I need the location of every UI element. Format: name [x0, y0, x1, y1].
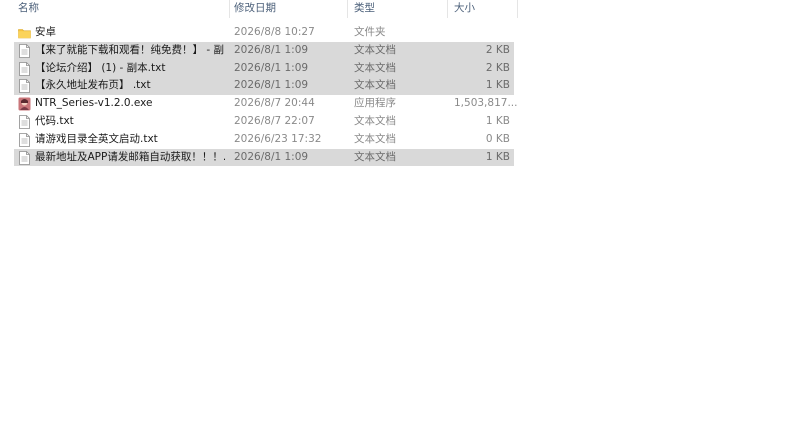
file-list: 安卓 2026/8/8 10:27 文件夹【来了就能下载和观看！纯免费！】 - 副.…: [14, 24, 518, 167]
text-file-icon: [18, 43, 31, 58]
text-file-icon: [18, 61, 31, 76]
file-size: 2 KB: [485, 43, 510, 56]
file-size: 1 KB: [485, 114, 510, 127]
file-size: 0 KB: [485, 132, 510, 145]
text-file-icon: [18, 150, 31, 165]
column-header-name[interactable]: 名称: [14, 0, 230, 18]
file-modified-date: 2026/8/8 10:27: [234, 26, 315, 38]
file-size: 1 KB: [485, 150, 510, 163]
column-header-type[interactable]: 类型: [350, 0, 448, 18]
file-type: 文本文档: [354, 150, 396, 163]
file-name: 代码.txt: [35, 114, 74, 127]
file-name: 【来了就能下载和观看！纯免费！】 - 副...: [35, 43, 225, 56]
text-file-icon: [18, 79, 31, 94]
column-header: 名称 修改日期 类型 大小: [0, 0, 518, 20]
file-row[interactable]: 请游戏目录全英文启动.txt 2026/6/23 17:32 文本文档 0 KB: [14, 131, 514, 149]
file-modified-date: 2026/8/7 20:44: [234, 97, 315, 110]
column-header-size[interactable]: 大小: [450, 0, 518, 18]
folder-icon: [18, 26, 31, 40]
column-header-date[interactable]: 修改日期: [230, 0, 348, 18]
file-row[interactable]: 代码.txt 2026/8/7 22:07 文本文档 1 KB: [14, 113, 514, 131]
file-name: 请游戏目录全英文启动.txt: [35, 132, 158, 145]
file-modified-date: 2026/8/1 1:09: [234, 79, 309, 92]
file-name: 最新地址及APP请发邮箱自动获取！！！...: [35, 150, 225, 163]
file-type: 文本文档: [354, 114, 396, 127]
file-row[interactable]: 【来了就能下载和观看！纯免费！】 - 副... 2026/8/1 1:09 文本文档…: [14, 41, 514, 60]
file-name: 【论坛介绍】 (1) - 副本.txt: [35, 61, 166, 74]
file-row[interactable]: 安卓 2026/8/8 10:27 文件夹: [14, 24, 514, 42]
file-row[interactable]: 最新地址及APP请发邮箱自动获取！！！... 2026/8/1 1:09 文本文档 1…: [14, 148, 514, 167]
file-type: 文本文档: [354, 61, 396, 74]
file-type: 应用程序: [354, 97, 396, 110]
application-icon: [18, 97, 31, 111]
file-size: 2 KB: [485, 61, 510, 74]
file-modified-date: 2026/8/1 1:09: [234, 43, 309, 56]
file-size: 1 KB: [485, 79, 510, 92]
file-modified-date: 2026/6/23 17:32: [234, 132, 322, 145]
file-name: NTR_Series-v1.2.0.exe: [35, 97, 153, 110]
file-row[interactable]: 【论坛介绍】 (1) - 副本.txt 2026/8/1 1:09 文本文档 2 KB: [14, 59, 514, 78]
file-type: 文本文档: [354, 43, 396, 56]
file-row[interactable]: 【永久地址发布页】 .txt 2026/8/1 1:09 文本文档 1 KB: [14, 77, 514, 96]
file-type: 文本文档: [354, 132, 396, 145]
file-modified-date: 2026/8/7 22:07: [234, 114, 315, 127]
text-file-icon: [18, 132, 31, 147]
file-name: 安卓: [35, 26, 56, 38]
file-size: 1,503,817...: [454, 97, 518, 110]
file-type: 文本文档: [354, 79, 396, 92]
file-name: 【永久地址发布页】 .txt: [35, 79, 151, 92]
file-modified-date: 2026/8/1 1:09: [234, 61, 309, 74]
text-file-icon: [18, 115, 31, 129]
file-type: 文件夹: [354, 26, 386, 38]
file-row[interactable]: NTR_Series-v1.2.0.exe 2026/8/7 20:44 应用程序 1…: [14, 95, 518, 113]
file-modified-date: 2026/8/1 1:09: [234, 150, 309, 163]
